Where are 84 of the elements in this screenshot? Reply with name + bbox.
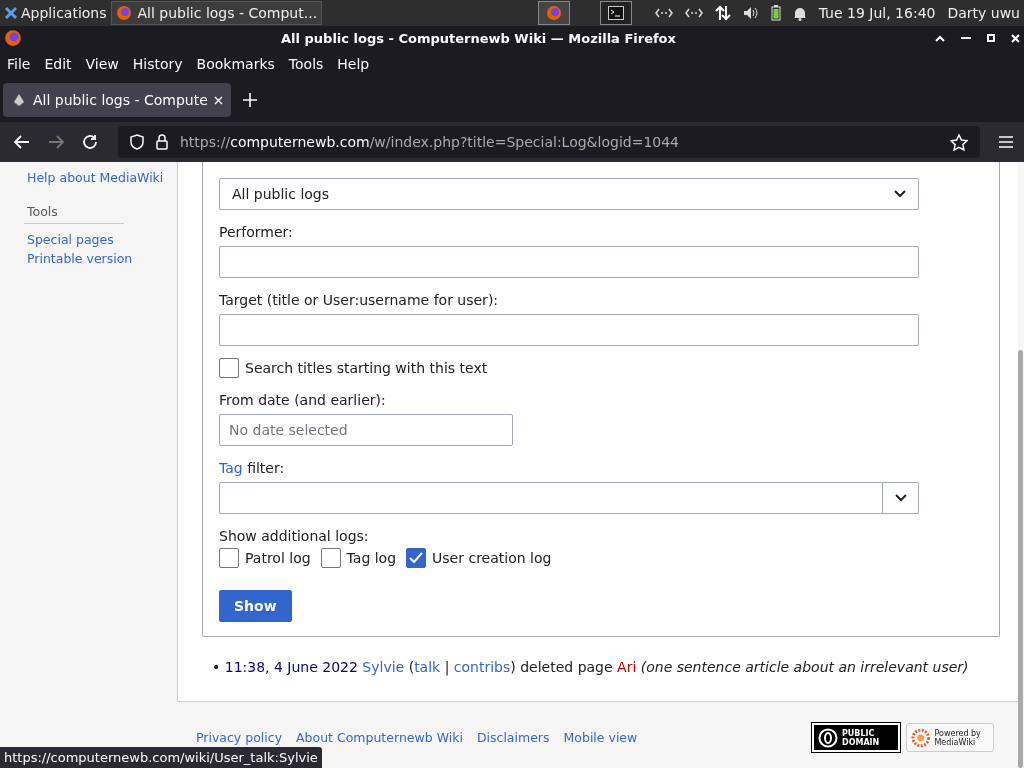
field-label: From date (and earlier):: [219, 392, 387, 408]
menu-item[interactable]: Help: [337, 56, 370, 72]
menu-item[interactable]: Bookmarks: [196, 56, 275, 72]
terminal-launcher[interactable]: [600, 1, 633, 25]
browser-icon: [546, 5, 563, 21]
footer-link[interactable]: Privacy policy: [196, 730, 283, 745]
dropdown-button[interactable]: [883, 482, 919, 514]
terminal-icon: [608, 6, 625, 20]
tag-link[interactable]: Tag: [219, 460, 243, 476]
checkbox[interactable]: [406, 548, 427, 568]
maximize-icon[interactable]: [987, 34, 995, 42]
field-label: Target (title or User:username for user):: [219, 292, 500, 308]
volume-icon: [742, 6, 759, 20]
field-label: Tag filter:: [219, 460, 286, 476]
sidebar-link[interactable]: Special pages: [27, 230, 177, 249]
reload-icon[interactable]: [82, 134, 98, 150]
page-link[interactable]: Ari: [617, 659, 637, 675]
url-text: https://computernewb.com/w/index.php?title=Special:Log&logid=1044: [180, 134, 680, 150]
chevron-down-icon: [894, 494, 907, 502]
clock[interactable]: Tue 19 Jul, 16:40: [818, 5, 936, 21]
star-icon[interactable]: [950, 133, 968, 151]
menu-item[interactable]: Tools: [288, 56, 324, 72]
close-icon[interactable]: [1011, 33, 1020, 43]
checkbox[interactable]: [219, 358, 239, 378]
date-field[interactable]: No date selected: [219, 414, 513, 446]
tab-title: All public logs - Compute: [33, 92, 208, 108]
transfer-arrows-icon: [714, 5, 731, 21]
browser-tab[interactable]: All public logs - Compute: [3, 83, 231, 117]
menu-icon[interactable]: [998, 136, 1014, 148]
chevron-down-icon: [894, 190, 906, 198]
checkbox[interactable]: [320, 548, 341, 568]
field-label: Performer:: [219, 224, 294, 240]
minimize-icon[interactable]: [961, 36, 971, 40]
sidebar-link[interactable]: Printable version: [27, 249, 177, 268]
window-title: All public logs - Computernewb Wiki — Mozilla Firefox: [280, 30, 677, 46]
menu-item[interactable]: File: [7, 56, 31, 72]
applications-menu[interactable]: Applications: [21, 5, 107, 21]
checkbox[interactable]: [219, 548, 239, 568]
show-button[interactable]: Show: [219, 590, 292, 622]
sidebar-heading: Tools: [27, 203, 59, 221]
target-field[interactable]: [219, 314, 919, 346]
close-icon[interactable]: [213, 95, 223, 105]
talk-link[interactable]: talk: [414, 659, 441, 675]
plus-icon[interactable]: [242, 93, 257, 107]
powered-by-mediawiki-badge[interactable]: Powered by MediaWiki: [906, 723, 994, 752]
log-type-dropdown[interactable]: All public logs: [219, 178, 919, 210]
sidebar-link[interactable]: Help about MediaWiki: [27, 168, 177, 187]
padlock-icon[interactable]: [156, 134, 168, 150]
checkbox-label: Patrol log: [245, 550, 311, 566]
browser-icon: [115, 5, 132, 21]
performer-field[interactable]: [219, 246, 919, 278]
forward-arrow-icon[interactable]: [48, 135, 64, 149]
menu-item[interactable]: History: [132, 56, 183, 72]
footer-link[interactable]: Disclaimers: [476, 730, 550, 745]
address-bar[interactable]: https://computernewb.com/w/index.php?title=Special:Log&logid=1044: [118, 126, 980, 158]
menu-item[interactable]: View: [85, 56, 119, 72]
checkbox-label: Search titles starting with this text: [245, 360, 488, 376]
status-url-tooltip: https://computernewb.com/wiki/User_talk:Sylvie: [0, 747, 322, 768]
tag-filter-field[interactable]: [219, 482, 883, 514]
back-arrow-icon[interactable]: [14, 135, 30, 149]
checkbox-label: User creation log: [432, 550, 552, 566]
shield-icon[interactable]: [130, 134, 144, 150]
footer-link[interactable]: About Computernewb Wiki: [296, 730, 463, 745]
menu-item[interactable]: Edit: [44, 56, 72, 72]
browser-icon: [4, 29, 22, 47]
bell-icon: [792, 5, 807, 21]
collapse-icon[interactable]: [935, 34, 945, 42]
checkbox-label: Tag log: [346, 550, 397, 566]
x-logo-icon: [4, 6, 18, 20]
log-entry: • 11:38, 4 June 2022 Sylvie (talk | contribs) deleted page Ari (one sentence article about an irrelevant user): [212, 658, 970, 677]
network-icon: [654, 8, 673, 18]
network-icon: [684, 8, 703, 18]
contribs-link[interactable]: contribs: [453, 659, 511, 675]
scrollbar-thumb[interactable]: [1018, 350, 1023, 768]
public-domain-badge[interactable]: PUBLIC DOMAIN: [812, 723, 900, 752]
field-label: Show additional logs:: [219, 528, 370, 544]
taskbar-window-button[interactable]: All public logs - Comput...: [110, 1, 323, 25]
footer-link[interactable]: Mobile view: [563, 730, 638, 745]
site-icon: [11, 92, 27, 108]
battery-icon: [770, 5, 781, 21]
timestamp-link[interactable]: 11:38, 4 June 2022: [224, 659, 358, 675]
browser-launcher[interactable]: [538, 1, 571, 25]
user-link[interactable]: Sylvie: [362, 659, 405, 675]
user-name[interactable]: Darty uwu: [947, 5, 1020, 21]
